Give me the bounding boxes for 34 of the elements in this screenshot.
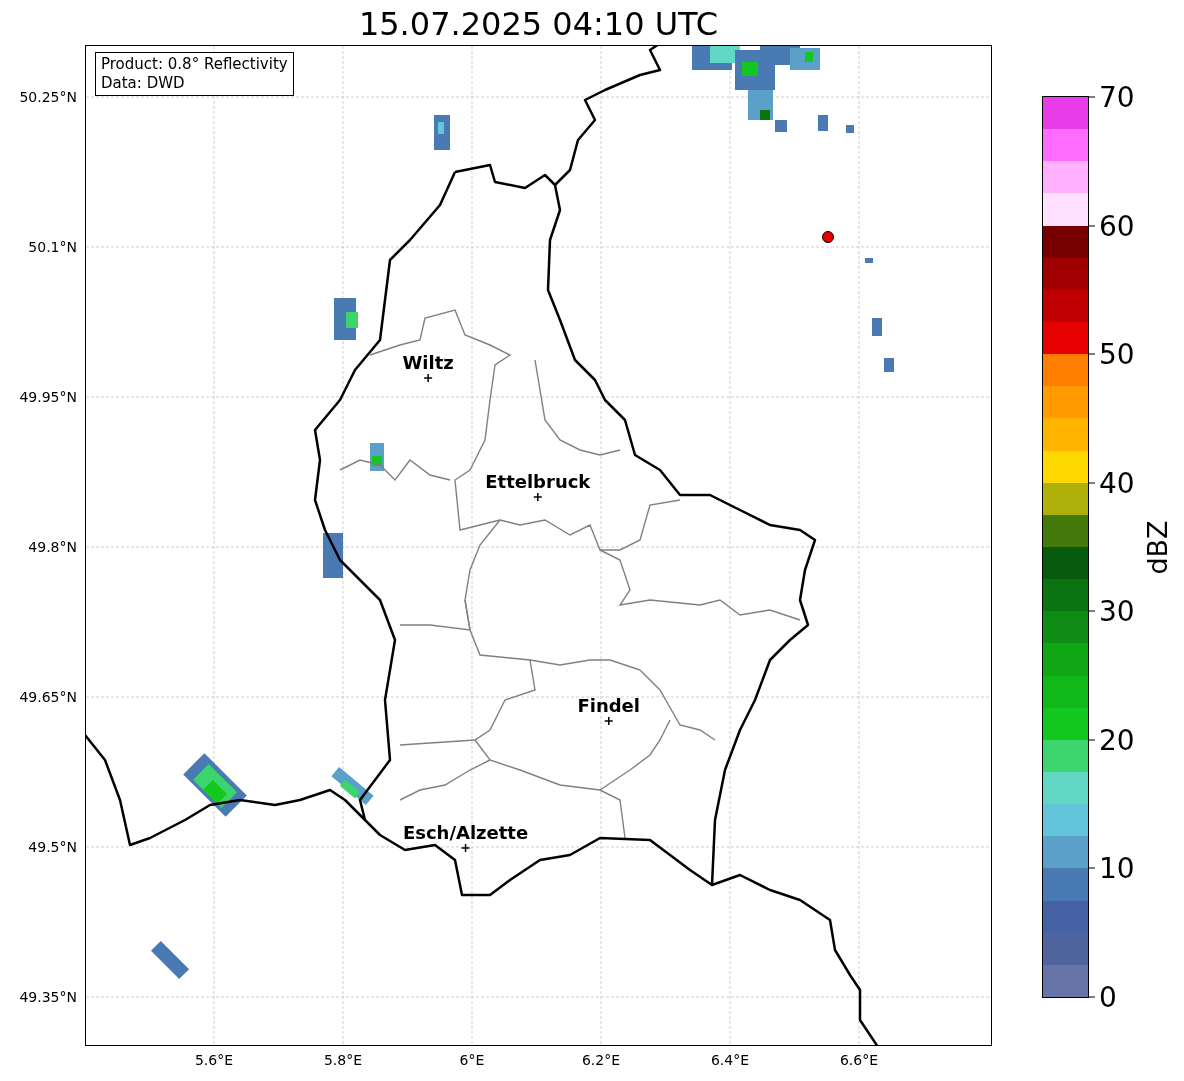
colorbar-tick-label: 70: [1099, 80, 1135, 114]
axis-tick-label: 49.35°N: [19, 989, 77, 1005]
chart-title: 15.07.2025 04:10 UTC: [357, 4, 720, 45]
colorbar-label: dBZ: [1141, 519, 1173, 575]
axis-tick-label: 49.8°N: [28, 539, 77, 555]
axis-tick-label: 5.8°E: [323, 1052, 363, 1068]
axis-tick-label: 6.6°E: [839, 1052, 879, 1068]
colorbar-tick-label: 60: [1099, 209, 1135, 243]
colorbar-tick-label: 40: [1099, 466, 1135, 500]
city-label: Esch/Alzette: [402, 822, 529, 843]
axis-tick-label: 6.2°E: [581, 1052, 621, 1068]
colorbar-tick-label: 20: [1099, 723, 1135, 757]
city-label: Ettelbruck: [485, 471, 591, 492]
legend-text: Data: DWD: [101, 74, 186, 93]
city-label: Wiltz: [402, 352, 454, 373]
axis-tick-label: 49.95°N: [19, 389, 77, 405]
axis-tick-label: 6.4°E: [710, 1052, 750, 1068]
axis-tick-label: 6°E: [459, 1052, 485, 1068]
city-marker-icon: [460, 843, 471, 853]
colorbar-tick-label: 50: [1099, 337, 1135, 371]
axis-tick-label: 50.25°N: [19, 89, 77, 105]
axis-tick-label: 5.6°E: [194, 1052, 234, 1068]
city-marker-icon: [423, 373, 433, 383]
city-marker-icon: [604, 716, 614, 726]
colorbar-tick-label: 30: [1099, 594, 1135, 628]
axis-tick-label: 49.65°N: [19, 689, 77, 705]
colorbar-tick-label: 10: [1099, 851, 1135, 885]
marker-dot-icon: [822, 231, 834, 243]
colorbar-tick-label: 0: [1099, 980, 1117, 1014]
city-marker-icon: [533, 492, 543, 502]
axis-tick-label: 49.5°N: [28, 839, 77, 855]
axis-tick-label: 50.1°N: [28, 239, 77, 255]
city-label: Findel: [577, 695, 640, 716]
legend-text: Product: 0.8° Reflectivity: [101, 55, 288, 74]
